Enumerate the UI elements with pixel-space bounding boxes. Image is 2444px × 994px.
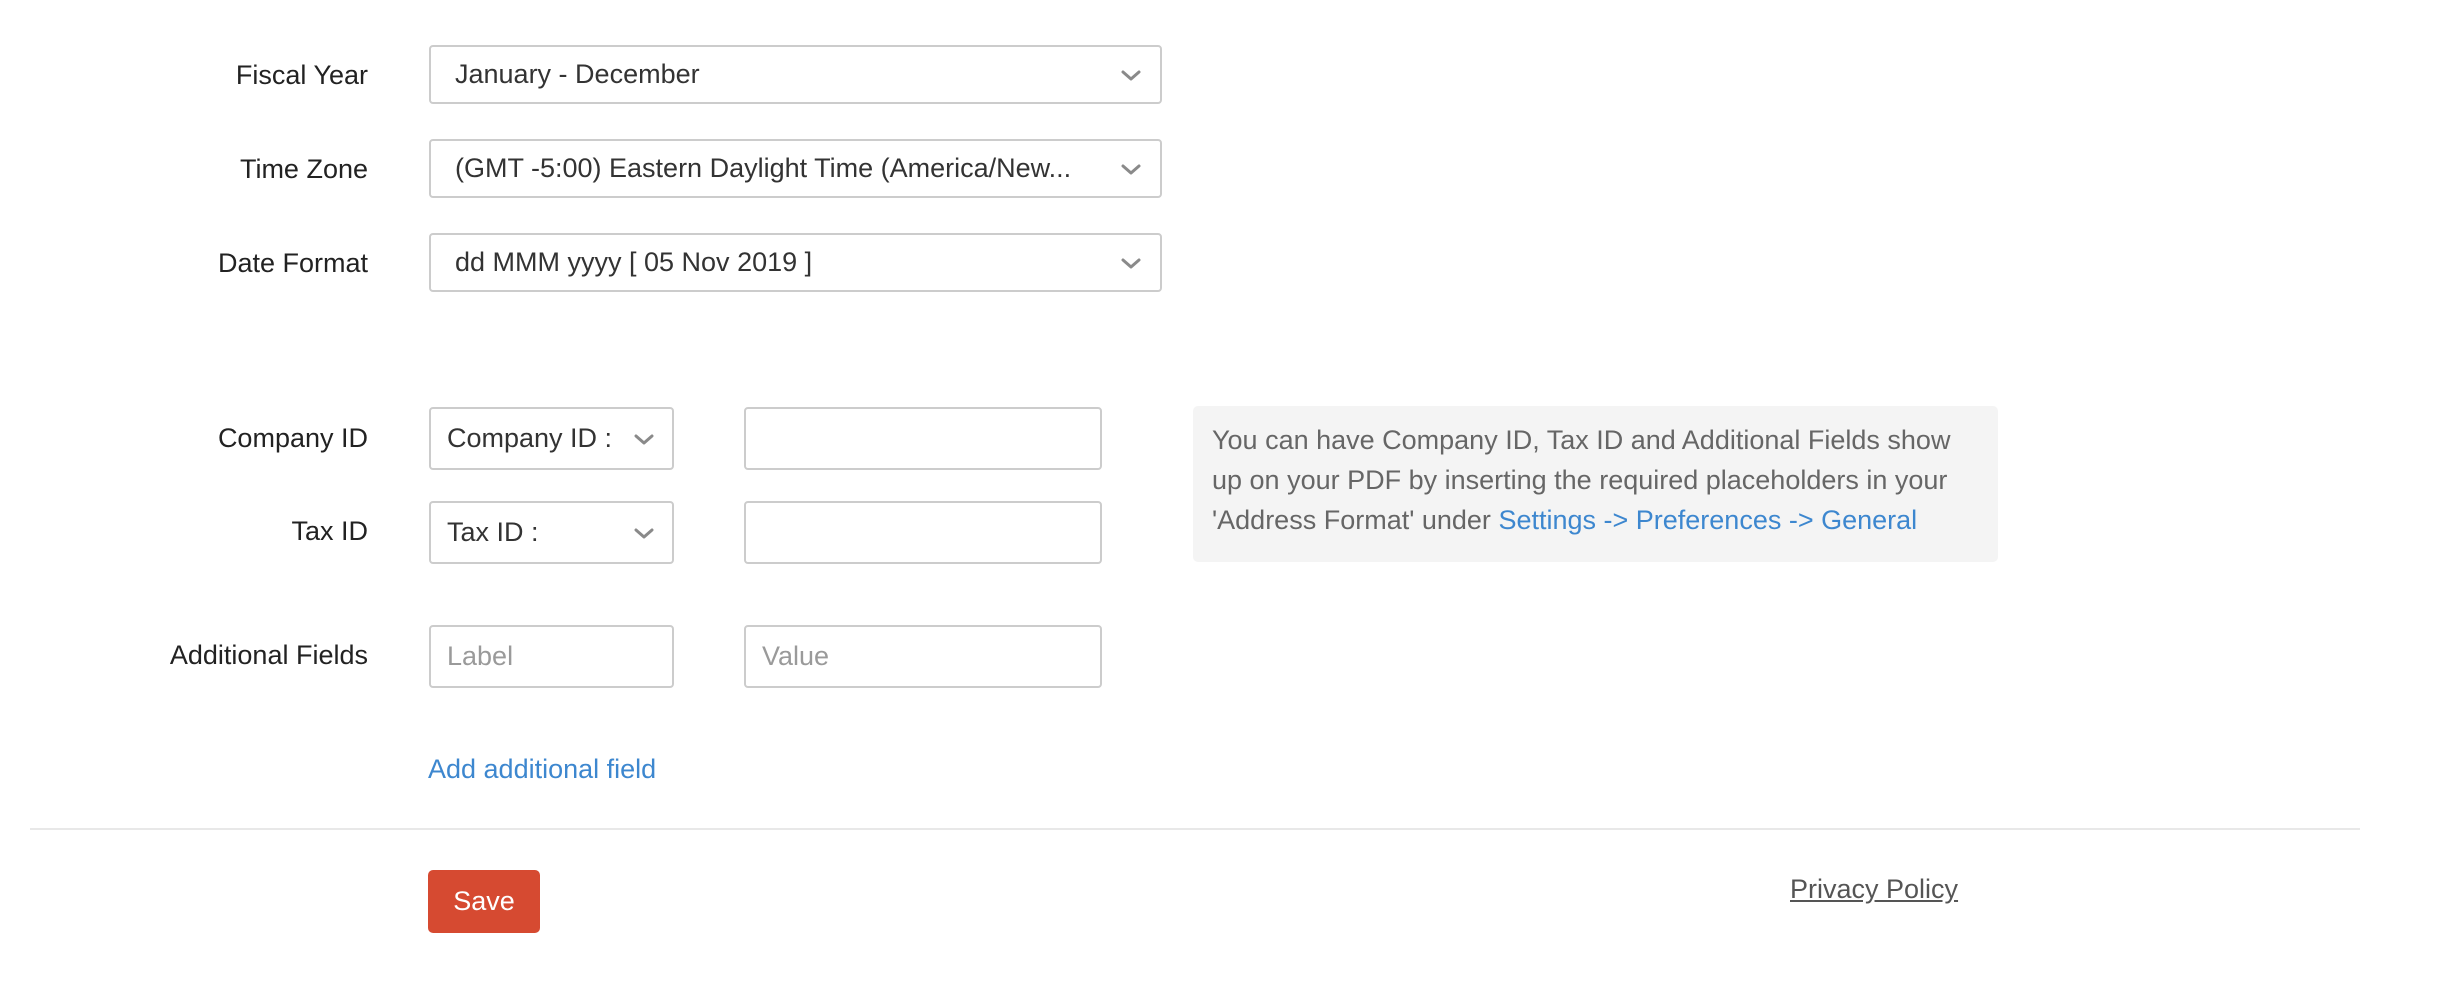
additional-fields-label: Additional Fields xyxy=(169,640,368,670)
time-zone-label: Time Zone xyxy=(239,154,368,184)
save-button[interactable]: Save xyxy=(428,870,540,933)
date-format-value: dd MMM yyyy [ 05 Nov 2019 ] xyxy=(455,247,813,277)
tax-id-input[interactable] xyxy=(744,501,1102,564)
tax-id-label: Tax ID xyxy=(291,516,368,546)
add-additional-field-link[interactable]: Add additional field xyxy=(428,754,656,785)
placeholder-info-box: You can have Company ID, Tax ID and Addi… xyxy=(1193,406,1998,562)
chevron-down-icon xyxy=(1121,258,1141,268)
company-id-type-select[interactable]: Company ID : xyxy=(429,407,674,470)
date-format-select[interactable]: dd MMM yyyy [ 05 Nov 2019 ] xyxy=(429,233,1162,292)
chevron-down-icon xyxy=(634,434,654,444)
additional-field-label-input[interactable] xyxy=(429,625,674,688)
company-id-type-value: Company ID : xyxy=(447,423,613,453)
footer-divider xyxy=(30,828,2360,830)
fiscal-year-label: Fiscal Year xyxy=(235,60,368,90)
tax-id-type-select[interactable]: Tax ID : xyxy=(429,501,674,564)
time-zone-value: (GMT -5:00) Eastern Daylight Time (Ameri… xyxy=(455,153,1072,183)
chevron-down-icon xyxy=(634,528,654,538)
company-id-label: Company ID xyxy=(217,423,368,453)
chevron-down-icon xyxy=(1121,70,1141,80)
additional-field-value-input[interactable] xyxy=(744,625,1102,688)
time-zone-select[interactable]: (GMT -5:00) Eastern Daylight Time (Ameri… xyxy=(429,139,1162,198)
fiscal-year-value: January - December xyxy=(455,59,700,89)
settings-preferences-general-link[interactable]: Settings -> Preferences -> General xyxy=(1498,505,1917,535)
fiscal-year-select[interactable]: January - December xyxy=(429,45,1162,104)
company-id-input[interactable] xyxy=(744,407,1102,470)
privacy-policy-link[interactable]: Privacy Policy xyxy=(1790,874,1958,905)
date-format-label: Date Format xyxy=(217,248,368,278)
tax-id-type-value: Tax ID : xyxy=(447,517,539,547)
chevron-down-icon xyxy=(1121,164,1141,174)
